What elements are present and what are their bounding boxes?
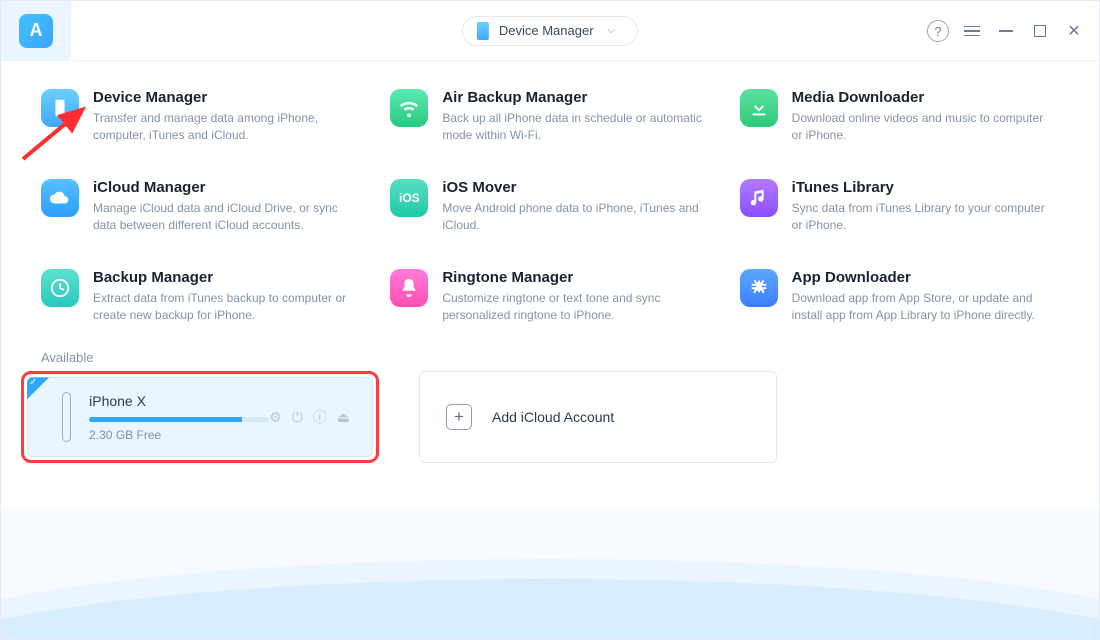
gear-icon[interactable]: ⚙ — [269, 409, 282, 426]
feature-desc: Sync data from iTunes Library to your co… — [792, 200, 1052, 235]
device-card-highlight: iPhone X 2.30 GB Free ⚙ ⏻ ⓘ ⏏ — [21, 371, 379, 463]
feature-media-downloader[interactable]: Media Downloader Download online videos a… — [740, 89, 1059, 145]
feature-ringtone-manager[interactable]: Ringtone Manager Customize ringtone or te… — [390, 269, 709, 325]
download-icon — [740, 89, 778, 127]
bell-icon — [390, 269, 428, 307]
device-free-space: 2.30 GB Free — [89, 428, 269, 442]
power-icon[interactable]: ⏻ — [292, 409, 303, 426]
storage-bar — [89, 417, 269, 422]
ios-icon: iOS — [390, 179, 428, 217]
feature-title: iCloud Manager — [93, 179, 353, 196]
footer-wave — [1, 509, 1099, 639]
add-icloud-label: Add iCloud Account — [492, 409, 614, 425]
feature-title: Device Manager — [93, 89, 353, 106]
feature-itunes-library[interactable]: iTunes Library Sync data from iTunes Libr… — [740, 179, 1059, 235]
clock-icon — [41, 269, 79, 307]
feature-desc: Back up all iPhone data in schedule or a… — [442, 110, 702, 145]
feature-app-downloader[interactable]: App Downloader Download app from App Stor… — [740, 269, 1059, 325]
logo-badge: A — [19, 14, 53, 48]
app-window: A Device Manager ⌵ ? ✕ Device Manager Tra… — [0, 0, 1100, 640]
help-button[interactable]: ? — [927, 20, 949, 42]
feature-desc: Customize ringtone or text tone and sync… — [442, 290, 702, 325]
feature-desc: Move Android phone data to iPhone, iTune… — [442, 200, 702, 235]
appstore-icon — [740, 269, 778, 307]
feature-device-manager[interactable]: Device Manager Transfer and manage data a… — [41, 89, 360, 145]
feature-desc: Manage iCloud data and iCloud Drive, or … — [93, 200, 353, 235]
wifi-icon — [390, 89, 428, 127]
available-section: Available iPhone X 2.30 GB Free ⚙ ⏻ ⓘ ⏏ — [1, 324, 1099, 463]
eject-icon[interactable]: ⏏ — [337, 409, 350, 426]
phone-icon — [477, 22, 489, 40]
feature-title: Air Backup Manager — [442, 89, 702, 106]
feature-desc: Transfer and manage data among iPhone, c… — [93, 110, 353, 145]
window-controls: ? ✕ — [927, 1, 1085, 61]
titlebar: A Device Manager ⌵ ? ✕ — [1, 1, 1099, 61]
close-button[interactable]: ✕ — [1063, 20, 1085, 42]
app-logo[interactable]: A — [1, 1, 71, 61]
feature-icloud-manager[interactable]: iCloud Manager Manage iCloud data and iCl… — [41, 179, 360, 235]
device-name: iPhone X — [89, 393, 269, 409]
feature-title: Ringtone Manager — [442, 269, 702, 286]
device-card[interactable]: iPhone X 2.30 GB Free ⚙ ⏻ ⓘ ⏏ — [27, 377, 373, 457]
selected-badge-icon — [27, 377, 49, 399]
info-icon[interactable]: ⓘ — [313, 407, 327, 427]
plus-icon: + — [446, 404, 472, 430]
feature-desc: Extract data from iTunes backup to compu… — [93, 290, 353, 325]
feature-title: iTunes Library — [792, 179, 1052, 196]
phone-outline-icon — [62, 392, 71, 442]
device-actions: ⚙ ⏻ ⓘ ⏏ — [269, 407, 350, 427]
feature-title: App Downloader — [792, 269, 1052, 286]
menu-button[interactable] — [961, 20, 983, 42]
title-dropdown[interactable]: Device Manager ⌵ — [462, 16, 638, 46]
feature-air-backup[interactable]: Air Backup Manager Back up all iPhone dat… — [390, 89, 709, 145]
music-icon — [740, 179, 778, 217]
feature-ios-mover[interactable]: iOS iOS Mover Move Android phone data to … — [390, 179, 709, 235]
feature-title: Media Downloader — [792, 89, 1052, 106]
feature-grid: Device Manager Transfer and manage data a… — [1, 61, 1099, 324]
feature-title: Backup Manager — [93, 269, 353, 286]
cloud-icon — [41, 179, 79, 217]
maximize-button[interactable] — [1029, 20, 1051, 42]
feature-title: iOS Mover — [442, 179, 702, 196]
title-text: Device Manager — [499, 23, 594, 38]
add-icloud-card[interactable]: + Add iCloud Account — [419, 371, 777, 463]
feature-desc: Download app from App Store, or update a… — [792, 290, 1052, 325]
feature-backup-manager[interactable]: Backup Manager Extract data from iTunes b… — [41, 269, 360, 325]
feature-desc: Download online videos and music to comp… — [792, 110, 1052, 145]
chevron-down-icon: ⌵ — [608, 25, 616, 36]
device-icon — [41, 89, 79, 127]
available-label: Available — [41, 350, 1059, 365]
minimize-button[interactable] — [995, 20, 1017, 42]
